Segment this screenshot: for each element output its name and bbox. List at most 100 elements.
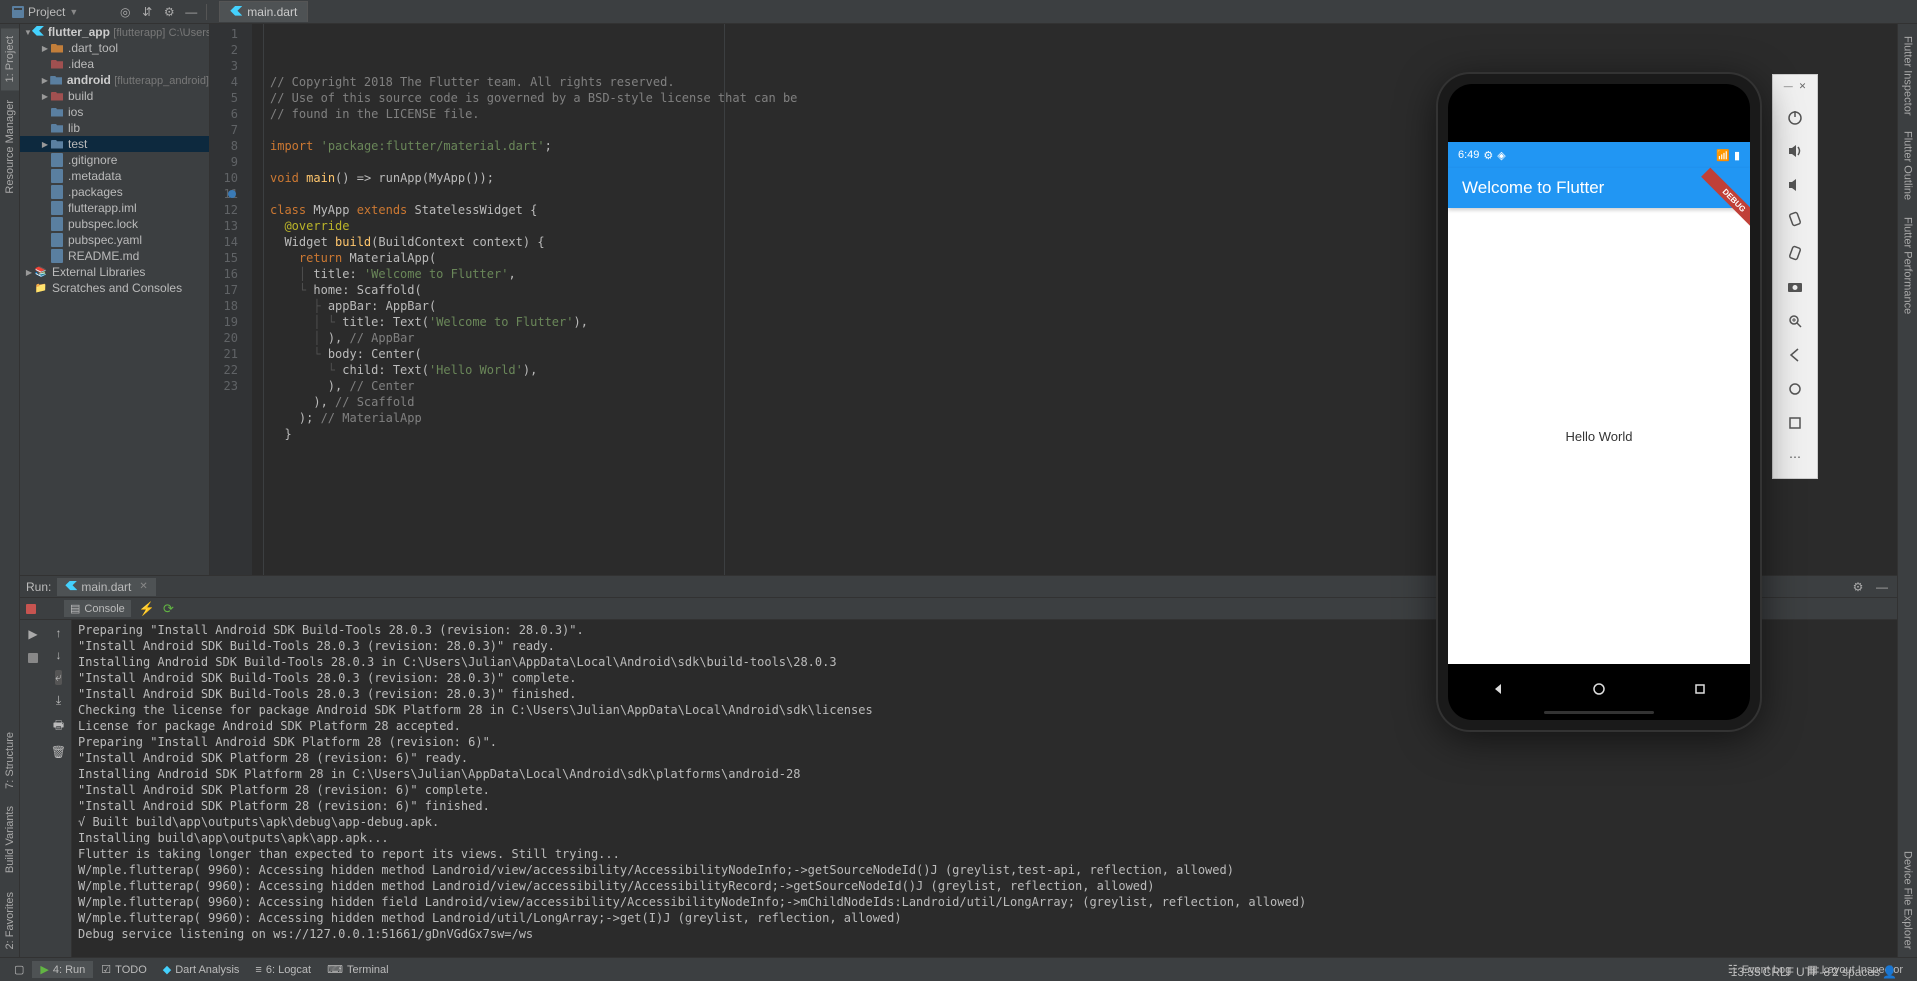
- right-tab-outline[interactable]: Flutter Outline: [1899, 123, 1917, 208]
- bottom-tool-bar: ▢ ▶4: Run ☑TODO ◆Dart Analysis ≡6: Logca…: [0, 957, 1917, 981]
- scroll-end-icon[interactable]: ⤓: [56, 693, 61, 708]
- rerun-icon[interactable]: ▶: [25, 626, 41, 642]
- left-tab-resmgr[interactable]: Resource Manager: [1, 92, 19, 202]
- inspection-icon[interactable]: 👤: [1882, 965, 1897, 979]
- indent-setting[interactable]: 2 spaces: [1832, 965, 1880, 979]
- file-encoding[interactable]: UTF-8: [1796, 965, 1830, 979]
- right-tab-performance[interactable]: Flutter Performance: [1899, 209, 1917, 322]
- tree-item[interactable]: ▶.idea: [20, 56, 209, 72]
- scratches[interactable]: 📁Scratches and Consoles: [20, 280, 209, 296]
- print-icon[interactable]: 🖶: [53, 716, 64, 737]
- tree-item[interactable]: ▶test: [20, 136, 209, 152]
- app-title: Welcome to Flutter: [1462, 178, 1604, 198]
- run-header-label: Run:: [26, 580, 51, 594]
- volume-up-icon[interactable]: [1778, 136, 1812, 166]
- editor-tab[interactable]: main.dart: [219, 1, 308, 22]
- bottom-todo-tab[interactable]: ☑TODO: [93, 961, 154, 978]
- dropdown-arrow-icon: ▼: [69, 7, 78, 17]
- phone-chin-bar: [1544, 711, 1654, 714]
- device-frame: 6:49 ⚙ ◈ 📶 ▮ Welcome to Flutter Hello Wo…: [1438, 74, 1760, 730]
- left-tab-project[interactable]: 1: Project: [1, 28, 19, 90]
- status-bar: 13:55 CRLF UTF-8 2 spaces 👤: [1731, 965, 1897, 979]
- run-minimize-icon[interactable]: —: [1873, 578, 1891, 596]
- project-dropdown[interactable]: Project ▼: [6, 3, 84, 21]
- hot-reload-icon[interactable]: ⚡: [139, 601, 155, 617]
- tree-item[interactable]: ▶ios: [20, 104, 209, 120]
- project-tree[interactable]: ▼flutter_app [flutterapp] C:\Users\Julia…: [20, 24, 210, 575]
- right-tab-devexpl[interactable]: Device File Explorer: [1899, 843, 1917, 957]
- home-icon[interactable]: [1592, 682, 1606, 696]
- hot-restart-icon[interactable]: ⟳: [163, 601, 174, 617]
- right-tab-inspector[interactable]: Flutter Inspector: [1899, 28, 1917, 123]
- tree-item[interactable]: ▶README.md: [20, 248, 209, 264]
- down-icon[interactable]: ↓: [56, 648, 62, 662]
- android-status-bar: 6:49 ⚙ ◈ 📶 ▮: [1448, 142, 1750, 168]
- flutter-icon: [65, 581, 77, 593]
- right-tool-strip: Flutter Inspector Flutter Outline Flutte…: [1897, 24, 1917, 957]
- gear-icon: ⚙: [1483, 149, 1493, 162]
- power-icon[interactable]: [1778, 102, 1812, 132]
- minimize-panel-icon[interactable]: —: [180, 1, 202, 23]
- tree-root[interactable]: ▼flutter_app [flutterapp] C:\Users\Julia: [20, 24, 209, 40]
- caret-position[interactable]: 13:55: [1731, 965, 1761, 979]
- project-label: Project: [28, 5, 65, 19]
- stop-icon[interactable]: [25, 650, 41, 666]
- device-screen[interactable]: 6:49 ⚙ ◈ 📶 ▮ Welcome to Flutter Hello Wo…: [1448, 142, 1750, 664]
- tree-item[interactable]: ▶.gitignore: [20, 152, 209, 168]
- back-button-icon[interactable]: [1778, 340, 1812, 370]
- back-icon[interactable]: [1491, 682, 1505, 696]
- bottom-logcat-tab[interactable]: ≡6: Logcat: [247, 962, 319, 978]
- bottom-terminal-tab[interactable]: ⌨Terminal: [319, 961, 396, 978]
- tree-item[interactable]: ▶build: [20, 88, 209, 104]
- external-libraries[interactable]: ▶📚External Libraries: [20, 264, 209, 280]
- left-tab-favorites[interactable]: 2: Favorites: [1, 884, 19, 957]
- shield-icon: ◈: [1497, 149, 1505, 162]
- run-settings-icon[interactable]: ⚙: [1849, 578, 1867, 596]
- tree-item[interactable]: ▶.packages: [20, 184, 209, 200]
- collapse-icon[interactable]: ⇵: [136, 1, 158, 23]
- overview-button-icon[interactable]: [1778, 408, 1812, 438]
- emulator-window: 6:49 ⚙ ◈ 📶 ▮ Welcome to Flutter Hello Wo…: [1438, 74, 1818, 730]
- console-tab[interactable]: ▤ Console: [64, 600, 131, 617]
- tab-filename: main.dart: [247, 5, 297, 19]
- screenshot-icon[interactable]: [1778, 272, 1812, 302]
- wifi-icon: 📶: [1716, 149, 1730, 162]
- left-tab-buildvar[interactable]: Build Variants: [1, 798, 19, 881]
- bottom-run-tab[interactable]: ▶4: Run: [32, 961, 93, 978]
- tree-item[interactable]: ▶.metadata: [20, 168, 209, 184]
- run-tab[interactable]: main.dart ✕: [57, 578, 155, 596]
- tree-item[interactable]: ▶pubspec.lock: [20, 216, 209, 232]
- zoom-icon[interactable]: [1778, 306, 1812, 336]
- project-icon: [12, 6, 24, 18]
- tree-item[interactable]: ▶flutterapp.iml: [20, 200, 209, 216]
- console-tab-icon: ▤: [70, 602, 80, 615]
- softwrap-icon[interactable]: ⤶: [55, 670, 62, 685]
- close-tab-icon[interactable]: ✕: [139, 581, 147, 592]
- tree-item[interactable]: ▶lib: [20, 120, 209, 136]
- tool-window-list-icon[interactable]: ▢: [6, 961, 32, 978]
- rotate-left-icon[interactable]: [1778, 204, 1812, 234]
- battery-icon: ▮: [1734, 149, 1740, 162]
- emulator-toolbar: — ✕ ⋯: [1772, 74, 1818, 479]
- stop-button[interactable]: [26, 604, 36, 614]
- emu-close-icon[interactable]: ✕: [1799, 81, 1807, 92]
- settings-icon[interactable]: ⚙: [158, 1, 180, 23]
- emu-minimize-icon[interactable]: —: [1784, 81, 1793, 92]
- more-icon[interactable]: ⋯: [1778, 442, 1812, 472]
- up-icon[interactable]: ↑: [56, 626, 62, 640]
- rotate-right-icon[interactable]: [1778, 238, 1812, 268]
- target-icon[interactable]: ◎: [114, 1, 136, 23]
- run-left-gutter2: ↑ ↓ ⤶ ⤓ 🖶 🗑: [46, 620, 72, 957]
- tree-item[interactable]: ▶pubspec.yaml: [20, 232, 209, 248]
- fold-column[interactable]: [252, 24, 264, 575]
- volume-down-icon[interactable]: [1778, 170, 1812, 200]
- tree-item[interactable]: ▶.dart_tool: [20, 40, 209, 56]
- recents-icon[interactable]: [1693, 682, 1707, 696]
- line-separator[interactable]: CRLF: [1763, 965, 1794, 979]
- tree-item[interactable]: ▶android [flutterapp_android]: [20, 72, 209, 88]
- app-body: Hello World: [1448, 208, 1750, 664]
- bottom-dart-tab[interactable]: ◆Dart Analysis: [155, 961, 248, 978]
- home-button-icon[interactable]: [1778, 374, 1812, 404]
- left-tab-structure[interactable]: 7: Structure: [1, 724, 19, 797]
- clear-icon[interactable]: 🗑: [51, 745, 66, 759]
